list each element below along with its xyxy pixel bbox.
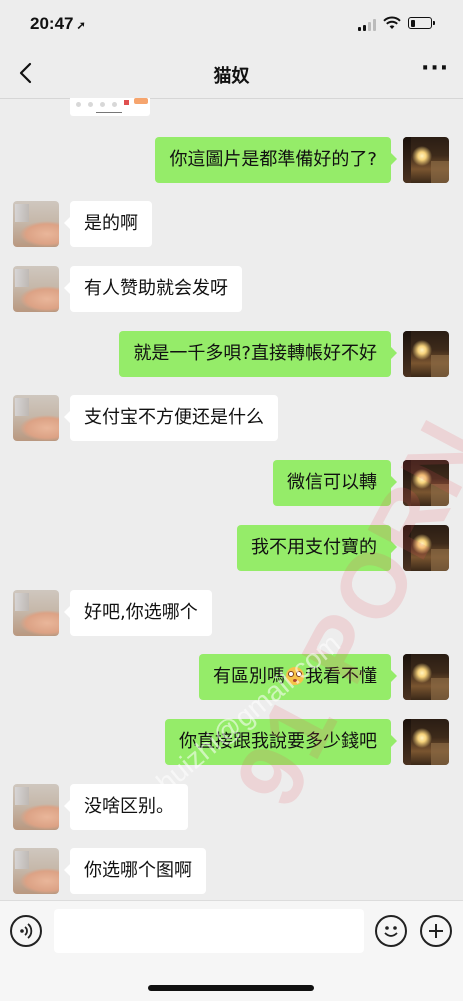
battery-icon <box>408 17 435 29</box>
composer-bar <box>0 900 463 1001</box>
contact-avatar[interactable] <box>13 784 59 830</box>
contact-avatar[interactable] <box>13 201 59 247</box>
self-avatar[interactable] <box>403 137 449 183</box>
location-arrow-icon: ➚ <box>76 20 86 32</box>
wifi-icon <box>383 16 401 29</box>
message-bubble[interactable]: 支付宝不方便还是什么 <box>64 395 278 441</box>
status-bar: 20:47 ➚ <box>0 0 463 50</box>
message-bubble[interactable]: 就是一千多唄?直接轉帳好不好 <box>119 331 397 377</box>
message-row: 你這圖片是都準備好的了? <box>0 137 463 183</box>
self-avatar[interactable] <box>403 654 449 700</box>
message-input[interactable] <box>54 909 364 953</box>
cellular-signal-icon <box>358 19 378 31</box>
message-row: 有人赞助就会发呀 <box>0 266 463 312</box>
message-row: 没啥区别。 <box>0 784 463 830</box>
previous-image-message[interactable] <box>70 98 150 116</box>
status-time: 20:47 ➚ <box>30 14 86 33</box>
contact-avatar[interactable] <box>13 848 59 894</box>
contact-avatar[interactable] <box>13 590 59 636</box>
message-bubble[interactable]: 好吧,你选哪个 <box>64 590 212 636</box>
message-row: 你选哪个图啊 <box>0 848 463 894</box>
smiley-icon[interactable] <box>375 915 407 947</box>
message-bubble[interactable]: 你选哪个图啊 <box>64 848 206 894</box>
message-bubble[interactable]: 你這圖片是都準備好的了? <box>155 137 397 183</box>
message-bubble[interactable]: 是的啊 <box>64 201 152 247</box>
self-avatar[interactable] <box>403 331 449 377</box>
message-row: 就是一千多唄?直接轉帳好不好 <box>0 331 463 377</box>
message-row: 支付宝不方便还是什么 <box>0 395 463 441</box>
more-dots-icon[interactable]: ··· <box>421 58 448 86</box>
self-avatar[interactable] <box>403 719 449 765</box>
message-row: 是的啊 <box>0 201 463 247</box>
chat-title: 猫奴 <box>213 66 250 87</box>
plus-icon[interactable] <box>420 915 452 947</box>
contact-avatar[interactable] <box>13 266 59 312</box>
chat-screen: { "status_bar": { "time": "20:47", "loca… <box>0 0 463 1001</box>
message-bubble[interactable]: 有人赞助就会发呀 <box>64 266 242 312</box>
contact-avatar[interactable] <box>13 395 59 441</box>
home-indicator <box>148 985 314 991</box>
voice-icon[interactable] <box>10 915 42 947</box>
chat-header: 猫奴 ··· <box>0 50 463 99</box>
